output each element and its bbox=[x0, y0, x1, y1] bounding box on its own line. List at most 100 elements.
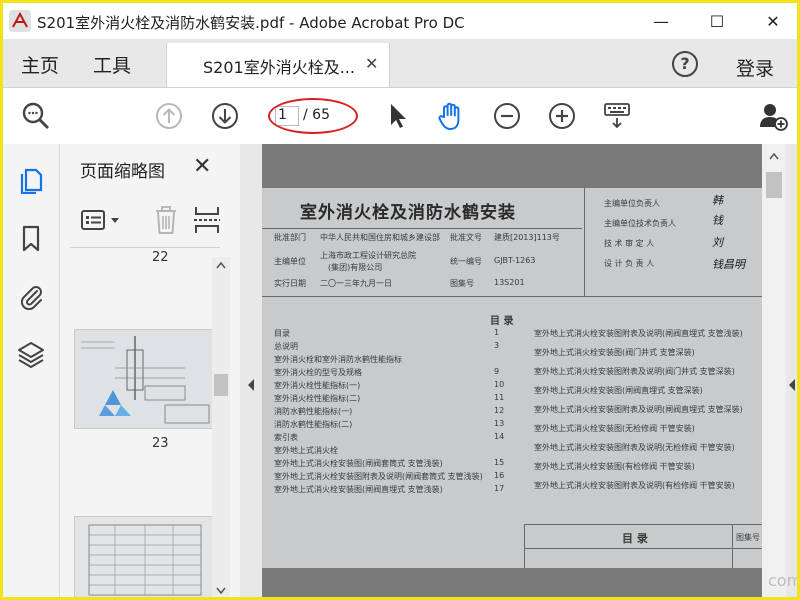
chief-unit-label: 主编单位 bbox=[274, 257, 306, 266]
right-panel-toggle[interactable] bbox=[786, 144, 797, 597]
thumbnail-table-drawing bbox=[75, 517, 213, 597]
page-thumbnail-24[interactable] bbox=[74, 516, 214, 597]
approval-dept-label: 批准部门 bbox=[274, 233, 306, 242]
scroll-down-arrow-icon[interactable] bbox=[216, 587, 226, 595]
share-user-button[interactable] bbox=[753, 96, 793, 136]
document-scroll-thumb[interactable] bbox=[766, 172, 782, 198]
navigation-rail bbox=[3, 144, 60, 597]
options-menu-icon[interactable] bbox=[80, 208, 124, 234]
app-window: S201室外消火栓及消防水鹤安装.pdf - Adobe Acrobat Pro… bbox=[0, 0, 800, 600]
thumbnail-drawing bbox=[75, 330, 213, 428]
toc-entry: 室外地上式消火栓安装图(闸阀直埋式 支管浅装) bbox=[274, 485, 443, 494]
footer-atlas-label: 图集号 bbox=[736, 533, 760, 542]
toc-entry: 消防水鹤性能指标(一) bbox=[274, 407, 353, 416]
main-toolbar: 1 / 65 bbox=[3, 88, 797, 145]
thumbnail-toolbar-divider bbox=[70, 247, 220, 248]
previous-page-button[interactable] bbox=[149, 96, 189, 136]
attachment-icon[interactable] bbox=[17, 282, 45, 310]
toc-entry: 目录 bbox=[274, 329, 290, 338]
plus-circle-icon bbox=[549, 103, 575, 129]
tab-home[interactable]: 主页 bbox=[21, 51, 59, 78]
toc-page-number: 17 bbox=[494, 484, 505, 493]
insert-page-icon[interactable] bbox=[192, 204, 222, 236]
tab-document[interactable]: S201室外消火栓及... ✕ bbox=[166, 43, 390, 87]
bookmark-icon[interactable] bbox=[17, 224, 45, 252]
delete-page-icon[interactable] bbox=[152, 204, 180, 236]
hand-tool-button[interactable] bbox=[431, 96, 471, 136]
unified-no-label: 统一编号 bbox=[450, 257, 482, 266]
toc-page-number: 11 bbox=[494, 393, 505, 402]
keyboard-tool-button[interactable] bbox=[597, 96, 637, 136]
next-page-button[interactable] bbox=[205, 96, 245, 136]
role-label: 技 术 审 定 人 bbox=[604, 239, 655, 248]
signature: 韩 bbox=[712, 194, 723, 207]
thumbnail-scroll-thumb[interactable] bbox=[214, 374, 228, 396]
zoom-search-icon bbox=[22, 102, 50, 130]
toc-entry: 室外地上式消火栓安装图(闸阀直埋式 支管深装) bbox=[534, 386, 703, 395]
toc-entry: 室外消火栓性能指标(一) bbox=[274, 381, 361, 390]
layers-icon[interactable] bbox=[17, 340, 45, 368]
atlas-no-value: 13S201 bbox=[494, 278, 525, 287]
page-number-label: 22 bbox=[152, 250, 169, 265]
tab-tools[interactable]: 工具 bbox=[93, 51, 131, 78]
red-highlight-annotation bbox=[268, 98, 358, 134]
chief-unit-line1: 上海市政工程设计研究总院 bbox=[320, 251, 416, 260]
select-tool-button[interactable] bbox=[377, 96, 417, 136]
toc-entry: 室外地上式消火栓安装图(无检修阀 干管安装) bbox=[534, 424, 695, 433]
toc-entry: 消防水鹤性能指标(二) bbox=[274, 420, 353, 429]
close-window-button[interactable]: ✕ bbox=[745, 3, 797, 39]
thumbnail-panel: 页面缩略图 ✕ 22 23 bbox=[60, 144, 241, 597]
effective-date-label: 实行日期 bbox=[274, 279, 306, 288]
role-label: 主编单位负责人 bbox=[604, 199, 660, 208]
title-block-divider bbox=[524, 524, 525, 568]
collapse-left-arrow-icon[interactable] bbox=[246, 378, 256, 392]
document-view[interactable]: 室外消火栓及消防水鹤安装 批准部门 中华人民共和国住房和城乡建设部 批准文号 建… bbox=[262, 144, 762, 597]
scroll-up-arrow-icon[interactable] bbox=[216, 261, 226, 269]
toc-page-number: 14 bbox=[494, 432, 505, 441]
role-label: 主编单位技术负责人 bbox=[604, 219, 676, 228]
signature: 刘 bbox=[712, 236, 723, 249]
minimize-button[interactable]: — bbox=[633, 3, 689, 39]
cursor-arrow-icon bbox=[391, 104, 406, 128]
doc-scroll-up-arrow-icon[interactable] bbox=[769, 152, 779, 160]
header-divider bbox=[584, 188, 585, 296]
toc-page-number: 1 bbox=[494, 328, 500, 337]
close-panel-button[interactable]: ✕ bbox=[193, 154, 211, 179]
toc-entry: 室外地上式消火栓安装图(阀门井式 支管深装) bbox=[534, 348, 695, 357]
footer-toc-heading: 目 录 bbox=[622, 532, 648, 545]
title-block-rule bbox=[524, 548, 762, 549]
maximize-button[interactable]: ☐ bbox=[689, 3, 745, 39]
page-number-label: 23 bbox=[152, 436, 169, 451]
zoom-out-button[interactable] bbox=[487, 96, 527, 136]
add-user-icon bbox=[760, 104, 788, 131]
header-bottom-rule bbox=[262, 296, 762, 297]
zoom-in-button[interactable] bbox=[542, 96, 582, 136]
page-thumbnails-icon[interactable] bbox=[17, 166, 45, 194]
document-tab-label: S201室外消火栓及... bbox=[203, 58, 355, 77]
help-button[interactable]: ? bbox=[672, 51, 698, 77]
panel-splitter[interactable] bbox=[240, 144, 262, 597]
close-tab-button[interactable]: ✕ bbox=[365, 54, 378, 73]
login-button[interactable]: 登录 bbox=[736, 54, 774, 81]
toc-page-number: 15 bbox=[494, 458, 505, 467]
title-block-rule bbox=[524, 524, 762, 525]
toc-entry: 室外地上式消火栓安装图(有检修阀 干管安装) bbox=[534, 462, 695, 471]
thumbnail-scrollbar[interactable] bbox=[212, 257, 230, 597]
search-button[interactable] bbox=[16, 96, 56, 136]
approval-dept-value: 中华人民共和国住房和城乡建设部 bbox=[320, 233, 440, 242]
signature: 钱 bbox=[712, 214, 723, 227]
toc-page-number: 10 bbox=[494, 380, 505, 389]
document-title: 室外消火栓及消防水鹤安装 bbox=[300, 203, 516, 223]
toc-entry: 室外地上式消火栓安装图附表及说明(闸阀直埋式 支管浅装) bbox=[534, 329, 743, 338]
toc-page-number: 9 bbox=[494, 367, 500, 376]
signature: 钱昌明 bbox=[712, 258, 745, 271]
atlas-no-label: 图集号 bbox=[450, 279, 474, 288]
page-thumbnail-23[interactable] bbox=[74, 329, 214, 429]
hand-icon bbox=[438, 102, 460, 130]
thumbnail-panel-title: 页面缩略图 bbox=[80, 162, 165, 182]
expand-right-arrow-icon[interactable] bbox=[788, 378, 796, 392]
arrow-up-circle-icon bbox=[156, 103, 182, 129]
toc-entry: 室外地上式消火栓安装图附表及说明(无检修阀 干管安装) bbox=[534, 443, 735, 452]
effective-date-value: 二〇一三年九月一日 bbox=[320, 279, 392, 288]
document-scrollbar[interactable] bbox=[762, 144, 786, 597]
